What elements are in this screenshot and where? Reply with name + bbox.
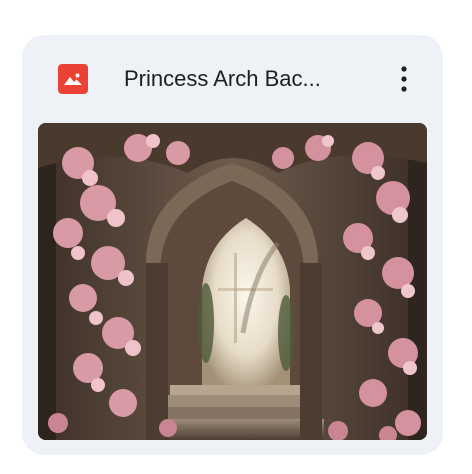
file-card-header: Princess Arch Bac... (22, 35, 443, 123)
file-thumbnail[interactable] (38, 123, 427, 440)
thumbnail-image (38, 123, 427, 440)
file-card[interactable]: Princess Arch Bac... (22, 35, 443, 455)
more-options-button[interactable] (386, 59, 422, 99)
image-file-icon (58, 64, 88, 94)
more-vert-icon (401, 66, 407, 92)
file-title: Princess Arch Bac... (124, 66, 321, 91)
